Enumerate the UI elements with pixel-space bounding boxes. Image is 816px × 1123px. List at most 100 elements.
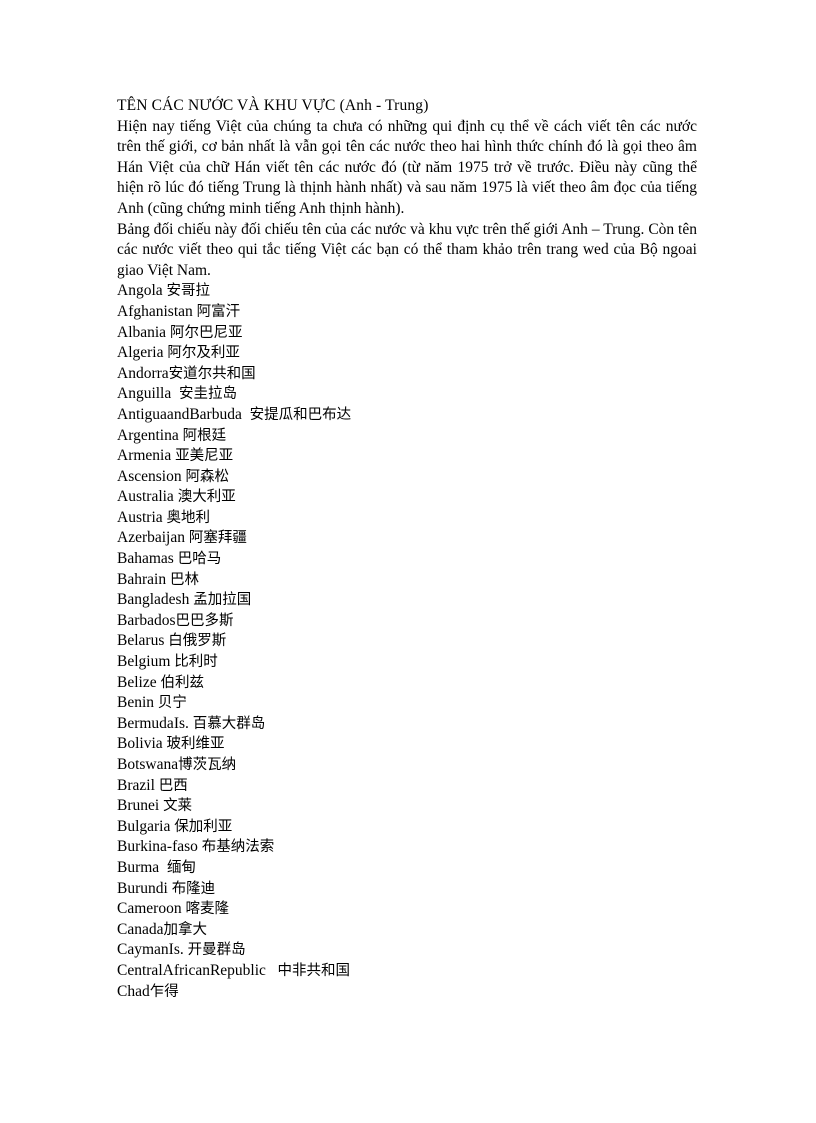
document-page: TÊN CÁC NƯỚC VÀ KHU VỰC (Anh - Trung) Hi… (0, 0, 816, 1123)
list-item: Brunei 文莱 (117, 796, 697, 817)
country-name-english: Barbados (117, 611, 176, 629)
country-name-english: Brazil (117, 776, 159, 794)
country-name-chinese: 加拿大 (163, 921, 207, 938)
list-item: Anguilla 安圭拉岛 (117, 384, 697, 405)
country-name-english: Angola (117, 282, 167, 300)
country-name-english: Albania (117, 323, 170, 341)
country-name-chinese: 阿富汗 (196, 303, 241, 320)
list-item: Argentina 阿根廷 (117, 426, 697, 447)
country-name-chinese: 布隆迪 (171, 880, 216, 897)
list-item: BermudaIs. 百慕大群岛 (117, 714, 697, 735)
country-name-chinese: 文莱 (163, 798, 193, 815)
country-name-chinese: 比利时 (174, 654, 218, 671)
country-name-english: AntiguaandBarbuda (117, 405, 250, 423)
country-name-english: Bolivia (117, 735, 167, 753)
list-item: Burundi 布隆迪 (117, 879, 697, 900)
country-name-english: Chad (117, 982, 150, 1000)
country-name-chinese: 巴林 (169, 571, 199, 588)
country-name-chinese: 安圭拉岛 (179, 386, 237, 403)
country-name-chinese: 喀麦隆 (185, 901, 229, 918)
list-item: Azerbaijan 阿塞拜疆 (117, 528, 697, 549)
document-body: TÊN CÁC NƯỚC VÀ KHU VỰC (Anh - Trung) Hi… (117, 96, 697, 1002)
list-item: Brazil 巴西 (117, 776, 697, 797)
country-name-chinese: 奥地利 (166, 509, 211, 526)
country-name-chinese: 中非共和国 (277, 962, 351, 979)
list-item: Belize 伯利兹 (117, 673, 697, 694)
country-name-english: Belarus (117, 632, 169, 650)
list-item: Benin 贝宁 (117, 693, 697, 714)
country-name-chinese: 亚美尼亚 (175, 448, 234, 465)
list-item: AntiguaandBarbuda 安提瓜和巴布达 (117, 405, 697, 426)
country-name-chinese: 贝宁 (157, 695, 187, 712)
list-item: Belgium 比利时 (117, 652, 697, 673)
list-item: Bahrain 巴林 (117, 570, 697, 591)
list-item: Chad乍得 (117, 982, 697, 1003)
list-item: Afghanistan 阿富汗 (117, 302, 697, 323)
list-item: CaymanIs. 开曼群岛 (117, 940, 697, 961)
country-name-english: Azerbaijan (117, 529, 189, 547)
country-name-chinese: 孟加拉国 (193, 592, 252, 609)
country-name-chinese: 巴巴多斯 (175, 612, 234, 629)
list-item: Algeria 阿尔及利亚 (117, 343, 697, 364)
country-name-english: Argentina (117, 426, 183, 444)
list-item: Bolivia 玻利维亚 (117, 734, 697, 755)
list-item: Bahamas 巴哈马 (117, 549, 697, 570)
intro-paragraph-1: Hiện nay tiếng Việt của chúng ta chưa có… (117, 117, 697, 217)
list-item: Barbados巴巴多斯 (117, 611, 697, 632)
country-name-english: Ascension (117, 467, 186, 485)
country-name-english: Australia (117, 488, 178, 506)
list-item: Bulgaria 保加利亚 (117, 817, 697, 838)
country-name-chinese: 百慕大群岛 (192, 715, 266, 732)
country-name-chinese: 阿森松 (185, 468, 229, 485)
list-item: CentralAfricanRepublic 中非共和国 (117, 961, 697, 982)
country-name-english: Brunei (117, 797, 164, 815)
country-list: Angola 安哥拉 Afghanistan 阿富汗 Albania 阿尔巴尼亚 Al… (117, 281, 697, 1002)
country-name-english: Bahamas (117, 550, 178, 568)
list-item: Burkina-faso 布基纳法索 (117, 837, 697, 858)
list-item: Armenia 亚美尼亚 (117, 446, 697, 467)
country-name-english: Burma (117, 858, 167, 876)
country-name-chinese: 阿尔巴尼亚 (169, 324, 243, 341)
country-name-english: Botswana (117, 756, 179, 773)
country-name-english: Armenia (117, 447, 176, 465)
country-name-english: Canada (117, 920, 164, 938)
country-name-english: Algeria (117, 344, 168, 362)
country-name-english: Burkina-faso (117, 838, 202, 856)
intro-paragraph-2: Bảng đối chiếu này đối chiếu tên của các… (117, 220, 697, 279)
country-name-chinese: 玻利维亚 (166, 736, 225, 753)
country-name-english: Bangladesh (117, 591, 194, 609)
country-name-english: Benin (117, 694, 158, 712)
country-name-chinese: 澳大利亚 (177, 489, 236, 506)
country-name-english: CentralAfricanRepublic (117, 961, 278, 979)
country-name-chinese: 缅甸 (166, 859, 196, 876)
country-name-chinese: 安哥拉 (166, 283, 211, 300)
list-item: Ascension 阿森松 (117, 467, 697, 488)
list-item: Botswana博茨瓦纳 (117, 755, 697, 776)
country-name-english: Andorra (117, 364, 169, 382)
country-name-chinese: 乍得 (149, 983, 179, 1000)
list-item: Cameroon 喀麦隆 (117, 899, 697, 920)
list-item: Austria 奥地利 (117, 508, 697, 529)
country-name-chinese: 阿根廷 (182, 427, 227, 444)
country-name-english: Burundi (117, 879, 172, 897)
country-name-english: Austria (117, 508, 167, 526)
country-name-english: Afghanistan (117, 302, 197, 320)
country-name-chinese: 阿尔及利亚 (167, 345, 240, 362)
country-name-chinese: 保加利亚 (174, 818, 233, 835)
list-item: Bangladesh 孟加拉国 (117, 590, 697, 611)
country-name-chinese: 开曼群岛 (187, 942, 246, 959)
list-item: Australia 澳大利亚 (117, 487, 697, 508)
country-name-english: Cameroon (117, 900, 186, 918)
list-item: Andorra安道尔共和国 (117, 364, 697, 385)
list-item: Belarus 白俄罗斯 (117, 631, 697, 652)
list-item: Burma 缅甸 (117, 858, 697, 879)
country-name-chinese: 阿塞拜疆 (188, 530, 247, 547)
country-name-english: BermudaIs. (117, 714, 193, 732)
country-name-chinese: 安道尔共和国 (168, 365, 256, 382)
country-name-english: Anguilla (117, 385, 179, 403)
country-name-chinese: 安提瓜和巴布达 (249, 406, 352, 423)
country-name-english: Belgium (117, 653, 175, 671)
country-name-english: Belize (117, 673, 161, 691)
country-name-chinese: 巴西 (158, 777, 188, 794)
page-title: TÊN CÁC NƯỚC VÀ KHU VỰC (Anh - Trung) (117, 97, 429, 114)
